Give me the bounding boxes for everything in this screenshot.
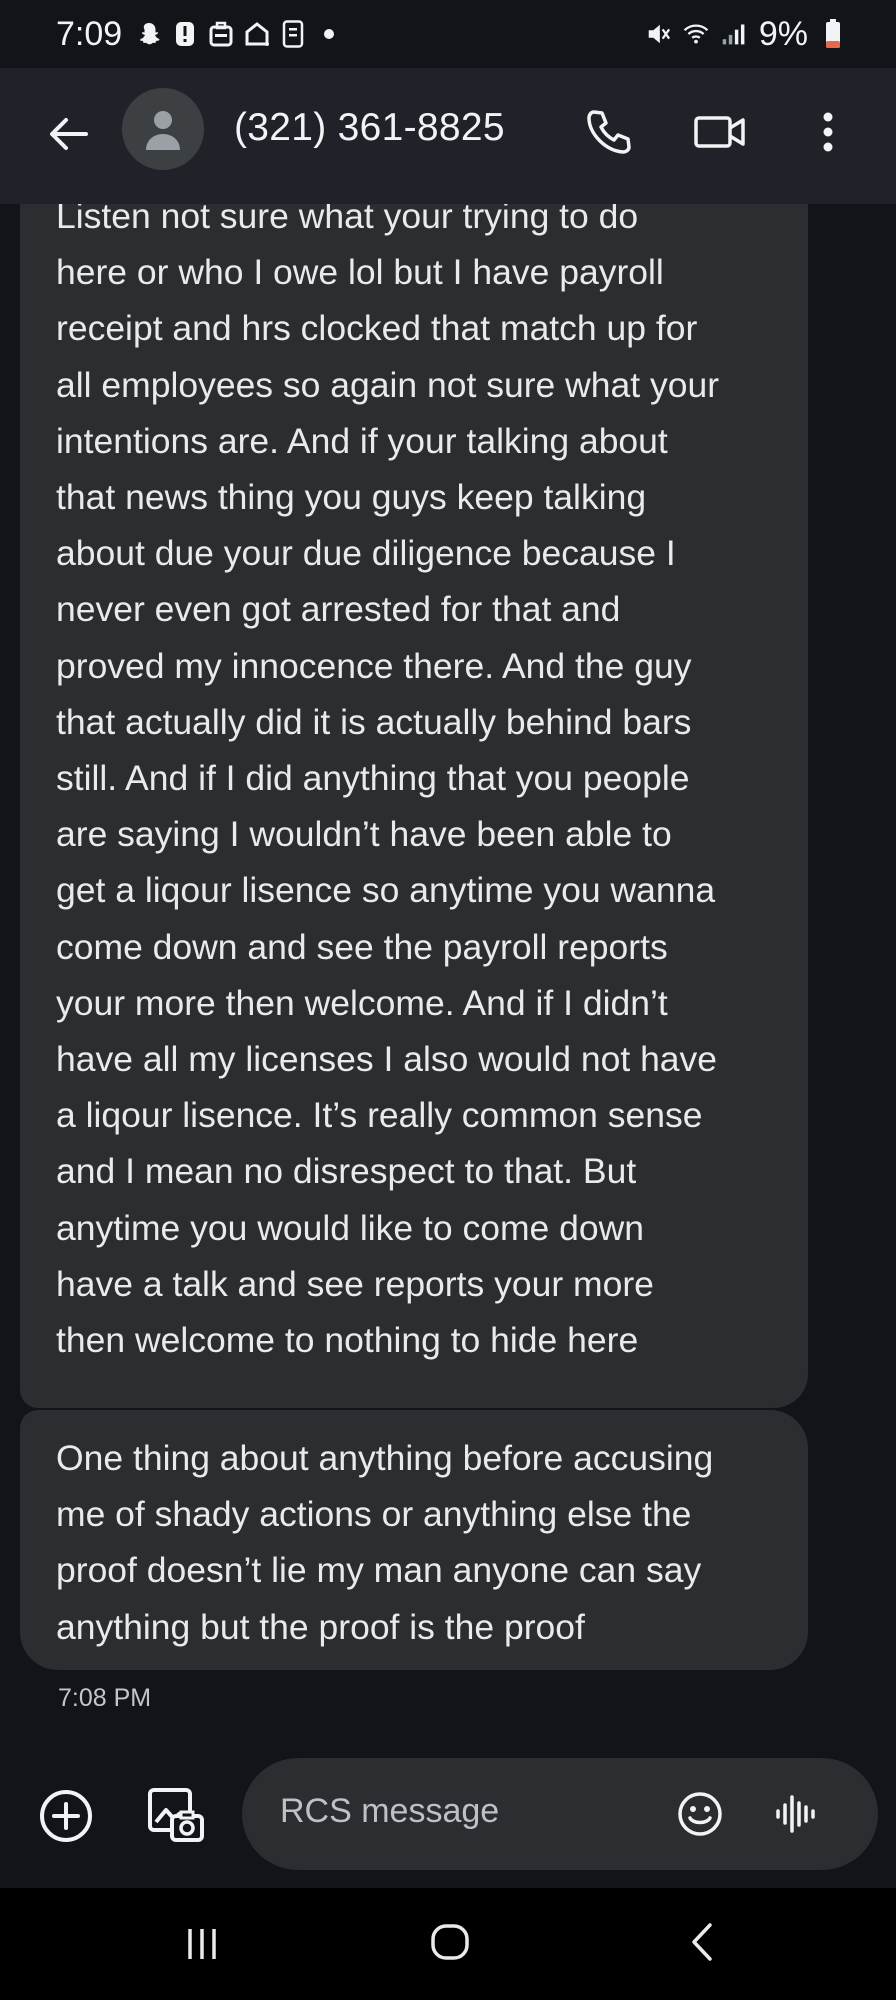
messages-screen: 7:09 9% (321) 361-8825 Listen not sure w… <box>0 0 896 2000</box>
message-line: here or who I owe lol but I have payroll <box>56 252 664 293</box>
message-line: are saying I wouldn’t have been able to <box>56 814 672 855</box>
battery-low-icon <box>820 19 846 48</box>
message-line: that news thing you guys keep talking <box>56 477 647 518</box>
message-line: have all my licenses I also would not ha… <box>56 1039 718 1080</box>
message-bubble-incoming[interactable]: Listen not sure what your trying to do h… <box>20 204 808 1408</box>
message-line: receipt and hrs clocked that match up fo… <box>56 308 698 349</box>
conversation-header: (321) 361-8825 <box>0 68 896 204</box>
home-button[interactable] <box>428 1918 472 1966</box>
more-options-button[interactable] <box>808 104 848 160</box>
status-bar: 7:09 9% <box>0 0 896 68</box>
system-back-button[interactable] <box>684 1916 720 1968</box>
message-line: all employees so again not sure what you… <box>56 364 720 405</box>
video-call-button[interactable] <box>690 104 750 160</box>
call-button[interactable] <box>580 104 636 160</box>
message-line: me of shady actions or anything else the <box>56 1494 692 1535</box>
avatar[interactable] <box>122 88 204 170</box>
wifi-icon <box>683 21 709 47</box>
message-line: anytime you would like to come down <box>56 1207 645 1248</box>
message-timestamp: 7:08 PM <box>58 1684 152 1712</box>
emoji-button[interactable] <box>674 1788 726 1840</box>
voice-message-button[interactable] <box>766 1786 826 1842</box>
message-line: get a liqour lisence so anytime you wann… <box>56 870 716 911</box>
message-line: come down and see the payroll reports <box>56 926 668 967</box>
message-line: anything but the proof is the proof <box>56 1606 585 1647</box>
system-navigation-bar <box>0 1888 896 2000</box>
message-list[interactable]: Listen not sure what your trying to do h… <box>0 204 896 1744</box>
status-notification-icons <box>136 20 342 48</box>
gallery-button[interactable] <box>144 1784 208 1848</box>
message-line: a liqour lisence. It’s really common sen… <box>56 1095 703 1136</box>
back-chevron-icon <box>692 1923 712 1961</box>
message-input[interactable]: RCS message <box>242 1758 878 1870</box>
voice-waveform-icon <box>776 1795 815 1833</box>
snapchat-icon <box>136 21 162 47</box>
signal-icon <box>721 21 747 47</box>
battery-percent: 9% <box>758 14 808 53</box>
message-line: and I mean no disrespect to that. But <box>56 1151 637 1192</box>
message-line: proof doesn’t lie my man anyone can say <box>56 1550 702 1591</box>
briefcase-icon <box>208 21 234 47</box>
back-button[interactable] <box>40 106 96 162</box>
screenshot-icon <box>280 20 306 48</box>
message-line: One thing about anything before accusing <box>56 1438 714 1478</box>
status-system-icons: 9% <box>645 15 846 54</box>
home-button-icon <box>431 1924 469 1960</box>
more-vert-icon <box>823 112 833 152</box>
mute-icon <box>645 21 671 47</box>
home-icon <box>244 21 270 47</box>
alert-icon <box>172 21 198 47</box>
message-line: Listen not sure what your trying to do <box>56 204 639 236</box>
back-arrow-icon <box>50 118 88 150</box>
message-input-placeholder: RCS message <box>280 1792 500 1830</box>
status-time: 7:09 <box>56 14 123 53</box>
video-icon <box>694 116 745 148</box>
message-line: then welcome to nothing to hide here <box>56 1320 639 1361</box>
message-line: your more then welcome. And if I didn’t <box>56 982 668 1023</box>
message-bubble-incoming[interactable]: One thing about anything before accusing… <box>20 1410 808 1670</box>
compose-bar: RCS message <box>0 1744 896 1888</box>
add-attachment-button[interactable] <box>36 1786 96 1846</box>
dot-icon <box>316 21 342 47</box>
message-line: proved my innocence there. And the guy <box>56 645 692 686</box>
message-line: intentions are. And if your talking abou… <box>56 420 668 461</box>
gallery-icon <box>148 1788 204 1842</box>
message-line: that actually did it is actually behind … <box>56 701 692 742</box>
add-circle-icon <box>40 1790 92 1842</box>
message-line: about due your due diligence because I <box>56 533 676 574</box>
emoji-icon <box>678 1792 722 1836</box>
phone-icon <box>587 110 631 154</box>
message-line: still. And if I did anything that you pe… <box>56 758 690 799</box>
contact-name[interactable]: (321) 361-8825 <box>234 106 505 150</box>
message-line: never even got arrested for that and <box>56 589 621 630</box>
message-line: have a talk and see reports your more <box>56 1263 654 1304</box>
recents-icon <box>188 1929 216 1959</box>
person-icon <box>146 111 180 150</box>
recents-button[interactable] <box>176 1920 228 1968</box>
